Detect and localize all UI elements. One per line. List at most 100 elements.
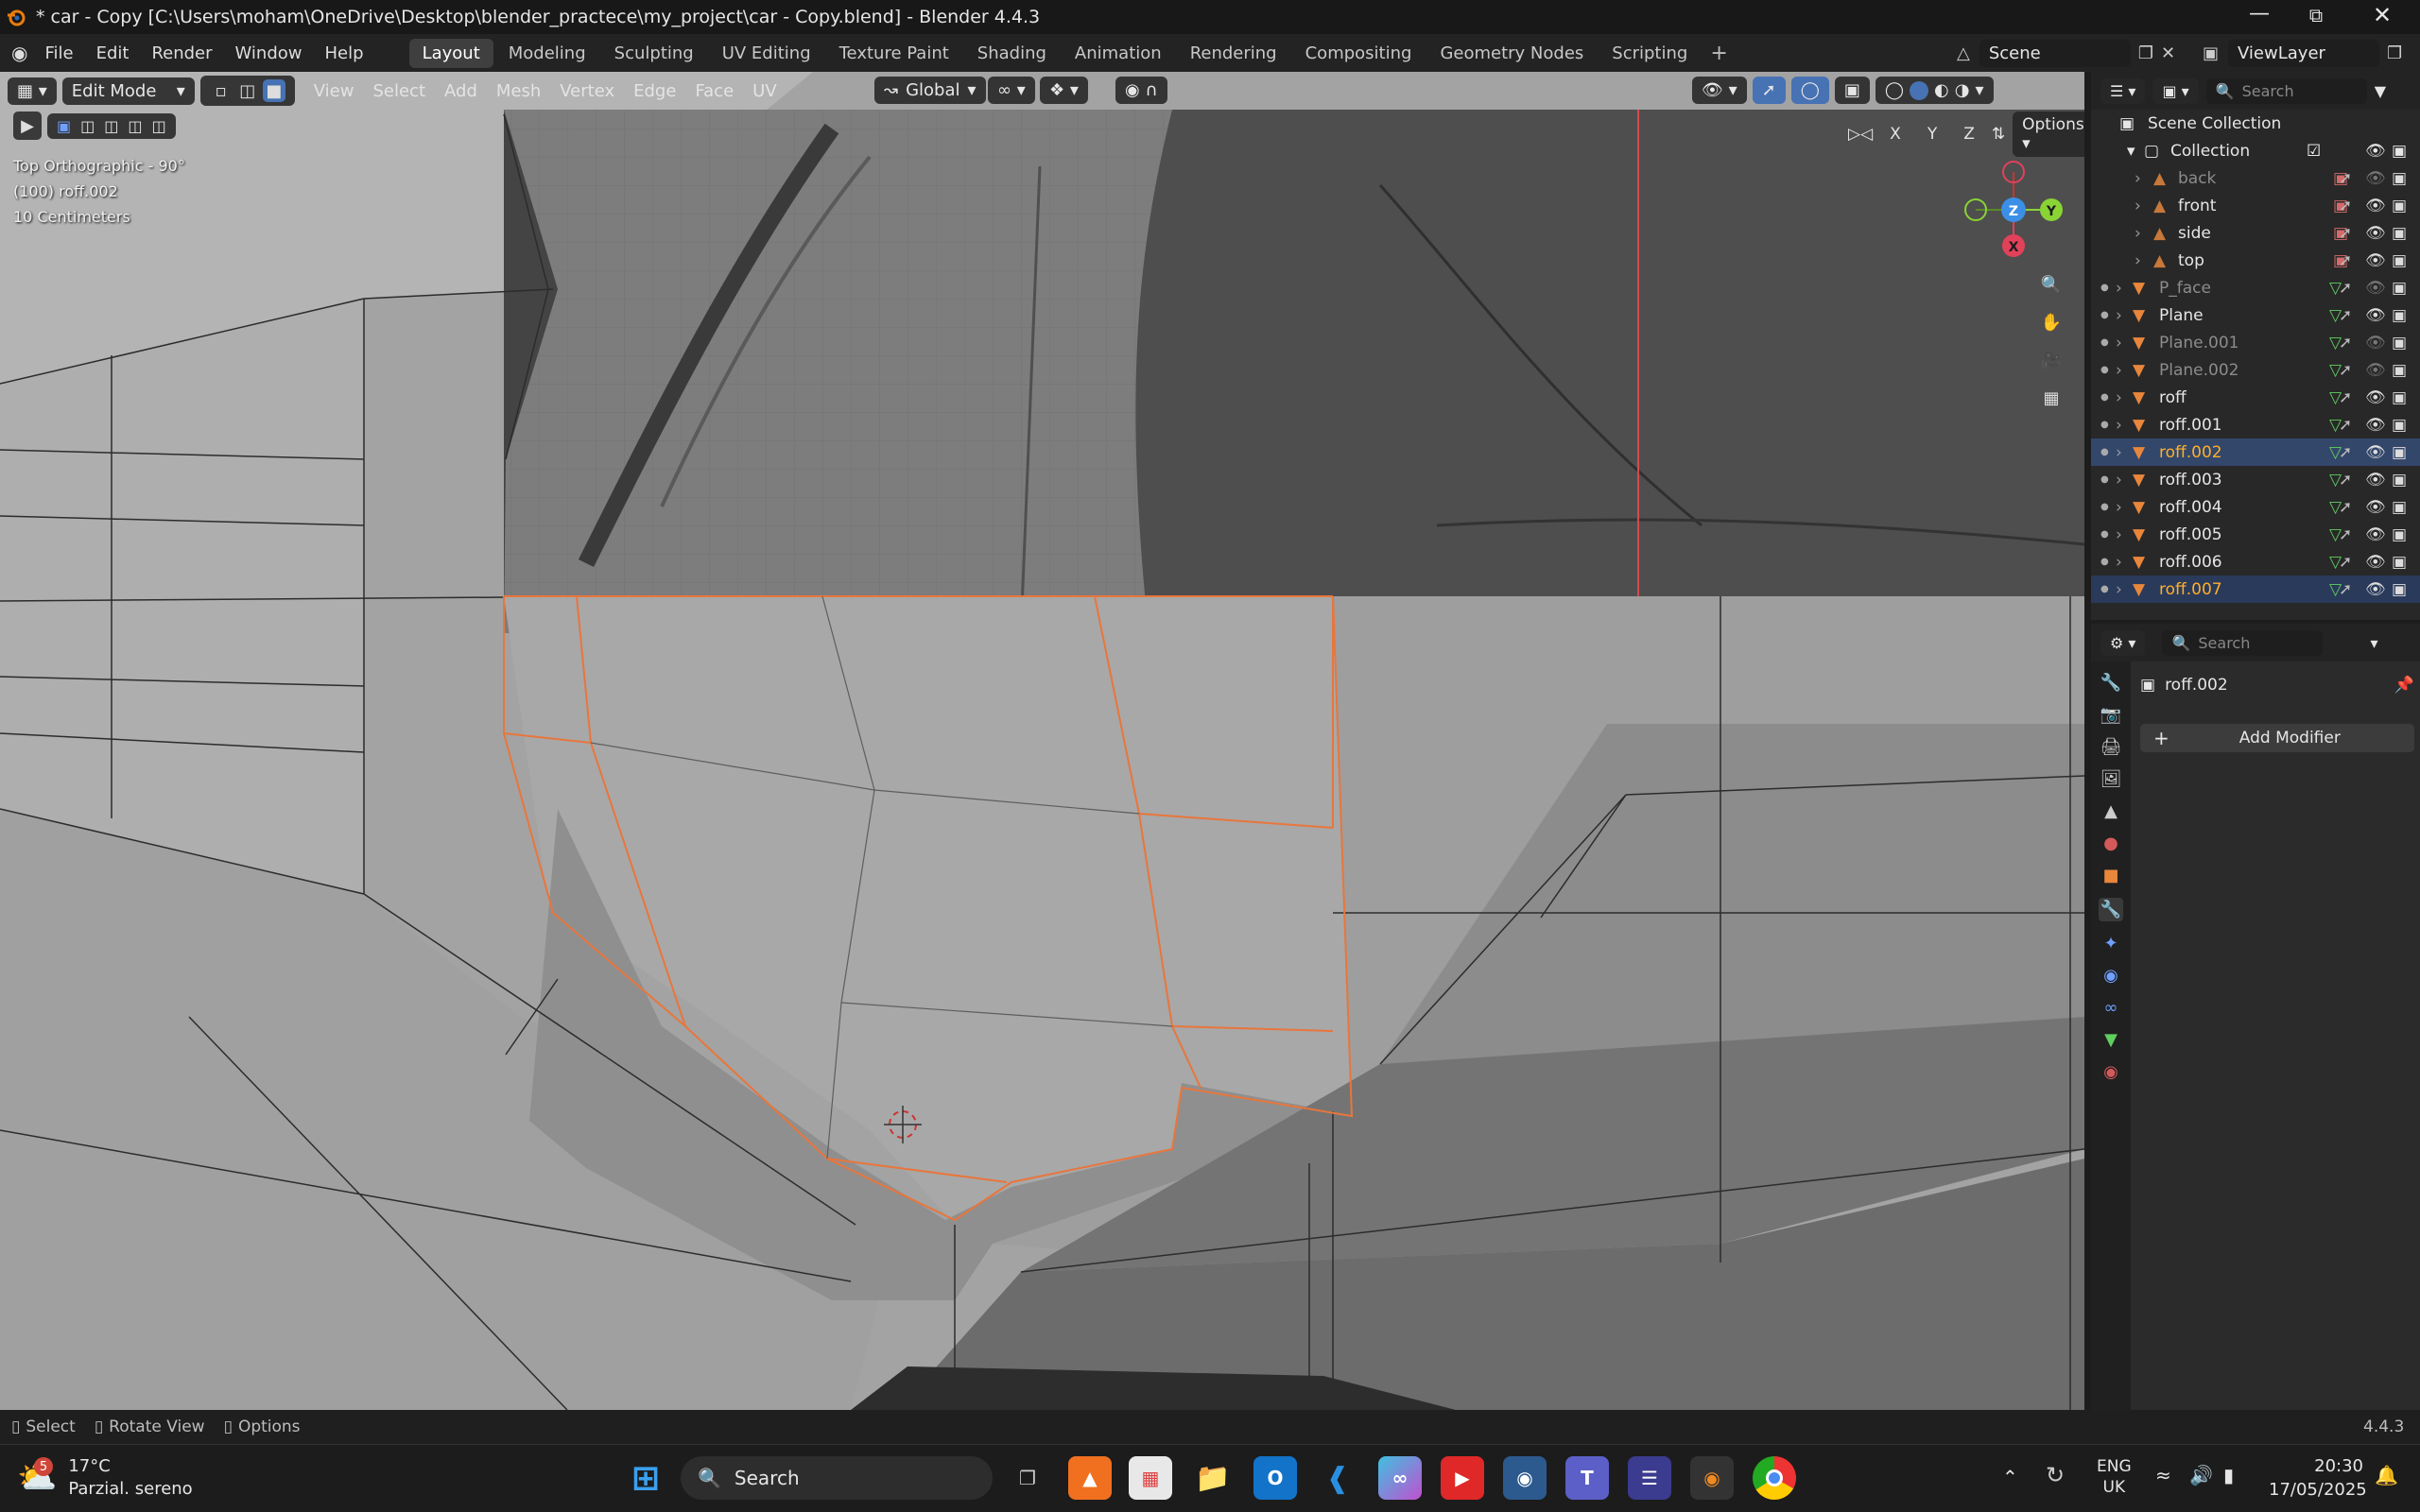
render-camera-icon[interactable]: ▣ [2392, 197, 2407, 215]
outliner-item-plane-002[interactable]: ● › ▼ Plane.002 ▽ ➚ 👁 ▣ [2091, 356, 2420, 384]
visibility-eye-icon[interactable]: 👁 [2365, 580, 2386, 599]
chevron-right-icon[interactable]: › [2116, 416, 2122, 435]
outliner-item-side[interactable]: › ▲ side ▣ ➚ 👁 ▣ [2091, 219, 2420, 247]
3d-viewport[interactable]: ▦ ▾ Edit Mode ▾ ▫ ◫ ■ View Select Add Me… [0, 72, 2084, 1410]
chevron-right-icon[interactable]: › [2135, 224, 2141, 243]
chevron-right-icon[interactable]: › [2116, 279, 2122, 298]
visibility-eye-icon[interactable]: 👁 [2365, 334, 2386, 352]
render-camera-icon[interactable]: ▣ [2392, 334, 2407, 352]
tray-chevron-up-icon[interactable]: ⌃ [2002, 1466, 2018, 1488]
pin-icon[interactable]: 📌 [2394, 676, 2414, 695]
visibility-eye-icon[interactable]: 👁 [2365, 416, 2386, 435]
render-camera-icon[interactable]: ▣ [2392, 498, 2407, 517]
selectable-arrow-icon[interactable]: ➚ [2339, 279, 2352, 298]
chevron-down-icon[interactable]: ▾ [1975, 80, 1983, 100]
menu-uv[interactable]: UV [743, 77, 786, 105]
menu-select[interactable]: Select [363, 77, 435, 105]
weather-widget[interactable]: ⛅ 5 17°C Parzial. sereno [17, 1454, 193, 1502]
edit-mode-dot-icon[interactable]: ● [2100, 392, 2109, 403]
pan-hand-icon[interactable]: ✋ [2037, 308, 2066, 336]
select-new-icon[interactable]: ▣ [57, 117, 71, 135]
modifier-tab-icon[interactable]: 🔧 [2098, 898, 2124, 921]
material-shading-icon[interactable]: ◐ [1934, 80, 1949, 100]
render-camera-icon[interactable]: ▣ [2392, 251, 2407, 270]
mode-selector[interactable]: Edit Mode ▾ [61, 77, 195, 105]
select-intersect-icon[interactable]: ◫ [152, 117, 166, 135]
select-subtract-icon[interactable]: ◫ [104, 117, 118, 135]
select-tool-icon[interactable]: ▶ [13, 112, 42, 140]
visibility-icon[interactable]: 👁 ▾ [1692, 77, 1747, 104]
m365-icon[interactable]: ∞ [1378, 1456, 1422, 1500]
delete-scene-icon[interactable]: ✕ [2161, 43, 2175, 63]
menu-edit[interactable]: Edit [85, 43, 141, 63]
add-workspace-icon[interactable]: + [1710, 42, 1727, 65]
wifi-icon[interactable]: ≈ [2155, 1464, 2171, 1486]
scene-collection-row[interactable]: ▣ Scene Collection [2091, 110, 2420, 137]
notification-bell-icon[interactable]: 🔔 [2375, 1464, 2398, 1486]
filter-icon[interactable]: ▼ [2375, 82, 2386, 100]
particles-tab-icon[interactable]: ✦ [2103, 934, 2118, 954]
world-tab-icon[interactable]: ● [2103, 833, 2118, 853]
selectable-arrow-icon[interactable]: ➚ [2339, 224, 2352, 243]
render-camera-icon[interactable]: ▣ [2392, 525, 2407, 544]
snapping-icon[interactable]: ❖ ▾ [1040, 77, 1088, 104]
render-camera-icon[interactable]: ▣ [2392, 553, 2407, 572]
outliner-item-top[interactable]: › ▲ top ▣ ➚ 👁 ▣ [2091, 247, 2420, 274]
tab-uv-editing[interactable]: UV Editing [709, 39, 824, 68]
overlays-toggle-icon[interactable]: ◯ [1790, 77, 1829, 104]
data-tab-icon[interactable]: ▼ [2104, 1030, 2118, 1050]
visibility-eye-icon[interactable]: 👁 [2365, 306, 2386, 325]
postgres-icon[interactable]: ◉ [1503, 1456, 1547, 1500]
visibility-eye-icon[interactable]: 👁 [2365, 471, 2386, 490]
visibility-eye-icon[interactable]: 👁 [2365, 169, 2386, 188]
edit-mode-dot-icon[interactable]: ● [2100, 420, 2109, 430]
mirror-y-toggle[interactable]: Y [1918, 121, 1946, 147]
zoom-icon[interactable]: 🔍 [2037, 270, 2066, 299]
eclipse-icon[interactable]: ☰ [1628, 1456, 1671, 1500]
outliner-item-plane[interactable]: ● › ▼ Plane ▽ ➚ 👁 ▣ [2091, 301, 2420, 329]
restore-button[interactable]: ⧉ [2297, 4, 2335, 26]
edit-mode-dot-icon[interactable]: ● [2100, 447, 2109, 457]
render-camera-icon[interactable]: ▣ [2392, 443, 2407, 462]
menu-edge[interactable]: Edge [624, 77, 685, 105]
render-camera-icon[interactable]: ▣ [2392, 306, 2407, 325]
render-camera-icon[interactable]: ▣ [2392, 169, 2407, 188]
visibility-eye-icon[interactable]: 👁 [2365, 553, 2386, 572]
selectable-arrow-icon[interactable]: ➚ [2339, 169, 2352, 188]
camera-view-icon[interactable]: 🎥 [2037, 346, 2066, 374]
visibility-eye-icon[interactable]: 👁 [2365, 197, 2386, 215]
task-view-icon[interactable]: ❐ [1006, 1456, 1049, 1500]
chevron-right-icon[interactable]: › [2116, 361, 2122, 380]
menu-window[interactable]: Window [224, 43, 314, 63]
selectable-arrow-icon[interactable]: ➚ [2339, 251, 2352, 270]
visibility-eye-icon[interactable]: 👁 [2365, 224, 2386, 243]
scene-tab-icon[interactable]: ▲ [2104, 801, 2118, 821]
file-explorer-icon[interactable]: 📁 [1191, 1456, 1235, 1500]
chevron-right-icon[interactable]: › [2116, 525, 2122, 544]
view-layer-tab-icon[interactable]: 🖼 [2100, 769, 2122, 789]
viewlayer-name[interactable]: ViewLayer [2228, 39, 2380, 67]
outliner-item-roff-004[interactable]: ● › ▼ roff.004 ▽ ➚ 👁 ▣ [2091, 493, 2420, 521]
chevron-right-icon[interactable]: › [2116, 498, 2122, 517]
taskbar-search[interactable]: 🔍 Search [681, 1456, 993, 1500]
vertex-select-icon[interactable]: ▫ [210, 79, 233, 102]
outliner-item-roff-001[interactable]: ● › ▼ roff.001 ▽ ➚ 👁 ▣ [2091, 411, 2420, 438]
pivot-point-icon[interactable]: ∞ ▾ [988, 77, 1035, 104]
edit-mode-dot-icon[interactable]: ● [2100, 283, 2109, 293]
properties-search[interactable]: 🔍 Search [2162, 629, 2324, 656]
chevron-right-icon[interactable]: › [2135, 169, 2141, 188]
outliner-item-roff-005[interactable]: ● › ▼ roff.005 ▽ ➚ 👁 ▣ [2091, 521, 2420, 548]
display-mode-icon[interactable]: ▣ ▾ [2152, 77, 2199, 104]
tab-compositing[interactable]: Compositing [1292, 39, 1426, 68]
chevron-down-icon[interactable]: ▾ [2370, 634, 2377, 652]
render-camera-icon[interactable]: ▣ [2392, 388, 2407, 407]
ortho-grid-icon[interactable]: ▦ [2037, 384, 2066, 412]
face-select-icon[interactable]: ■ [262, 79, 285, 102]
material-tab-icon[interactable]: ◉ [2103, 1062, 2118, 1082]
tab-sculpting[interactable]: Sculpting [601, 39, 707, 68]
edit-mode-dot-icon[interactable]: ● [2100, 557, 2109, 567]
render-camera-icon[interactable]: ▣ [2392, 142, 2407, 161]
outliner-item-roff-002[interactable]: ● › ▼ roff.002 ▽ ➚ 👁 ▣ [2091, 438, 2420, 466]
new-scene-icon[interactable]: ❐ [2138, 43, 2153, 63]
tab-animation[interactable]: Animation [1062, 39, 1175, 68]
